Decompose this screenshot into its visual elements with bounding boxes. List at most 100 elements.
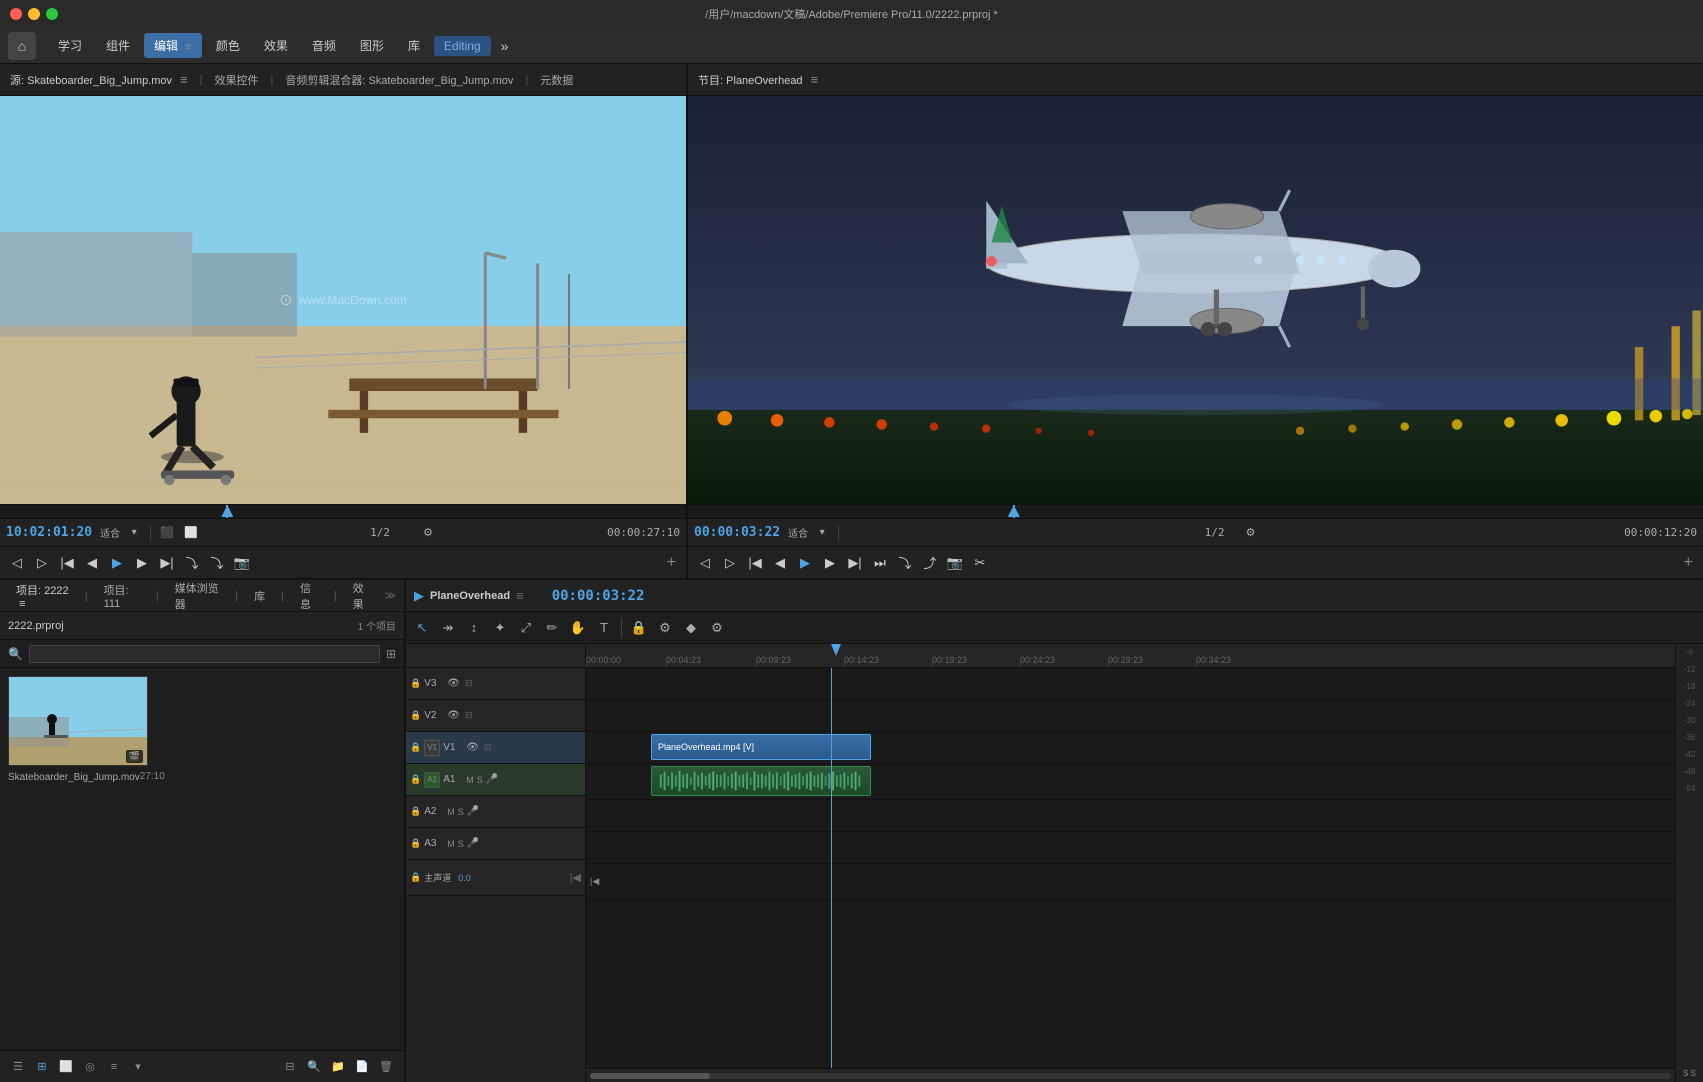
master-expand[interactable]: |◀ [590, 876, 599, 887]
track-mute-A2[interactable]: M [447, 807, 455, 817]
track-master-expand[interactable]: |◀ [570, 871, 581, 884]
source-step-back[interactable]: ◀ [81, 552, 103, 574]
source-overwrite[interactable]: ⤵ [206, 552, 228, 574]
program-insert[interactable]: ⤵ [894, 552, 916, 574]
track-content-A1[interactable] [586, 764, 1675, 800]
program-settings-btn[interactable]: ⚙ [1241, 523, 1261, 543]
search-options-icon[interactable]: ⊞ [386, 647, 396, 661]
source-insert-btn[interactable]: ⬛ [157, 523, 177, 543]
track-lock-A1[interactable]: 🔒 [410, 774, 421, 785]
sort-button[interactable]: ≡ [104, 1057, 124, 1077]
project-tab-info[interactable]: 信息 [292, 578, 326, 614]
track-lock-A3[interactable]: 🔒 [410, 838, 421, 849]
tl-markers[interactable]: ◆ [679, 616, 703, 640]
program-panel-menu[interactable]: ≡ [811, 72, 819, 87]
timeline-menu-button[interactable]: ≡ [516, 588, 524, 603]
track-sync-V1[interactable]: ⊟ [484, 742, 492, 753]
source-settings-btn[interactable]: ⚙ [418, 523, 438, 543]
program-play[interactable]: ▶ [794, 552, 816, 574]
program-trim[interactable]: ✂ [969, 552, 991, 574]
new-bin-button[interactable]: 📁 [328, 1057, 348, 1077]
project-tab-library[interactable]: 库 [246, 586, 273, 606]
source-add-button[interactable]: + [663, 554, 680, 572]
menu-item-library[interactable]: 库 [398, 33, 430, 58]
menu-item-color[interactable]: 颜色 [206, 33, 250, 58]
tool-selection[interactable]: ↖ [410, 616, 434, 640]
track-content-V3[interactable] [586, 668, 1675, 700]
track-content-master[interactable]: |◀ [586, 864, 1675, 900]
track-mic-A2[interactable]: 🎤 [467, 806, 479, 817]
project-search-input[interactable] [29, 645, 380, 663]
track-content-V1[interactable]: PlaneOverhead.mp4 [V] [586, 732, 1675, 764]
home-button[interactable]: ⌂ [8, 32, 36, 60]
tool-slip[interactable]: ⤢ [514, 616, 538, 640]
source-go-out[interactable]: ▶| [156, 552, 178, 574]
track-content-A3[interactable] [586, 832, 1675, 864]
project-tab-main[interactable]: 项目: 2222 ≡ [8, 580, 77, 612]
delete-button[interactable]: 🗑 [376, 1057, 396, 1077]
timeline-scrollbar-thumb[interactable] [590, 1073, 710, 1079]
track-sync-V2[interactable]: ⊟ [465, 710, 473, 721]
source-insert[interactable]: ⤵ [181, 552, 203, 574]
program-next-edit[interactable]: ⏭ [869, 552, 891, 574]
freeform-view-button[interactable]: ⬜ [56, 1057, 76, 1077]
program-go-in[interactable]: |◀ [744, 552, 766, 574]
track-lock-master[interactable]: 🔒 [410, 872, 421, 883]
program-step-fwd[interactable]: ▶ [819, 552, 841, 574]
timeline-play-icon[interactable]: ▶ [414, 588, 424, 604]
project-more-button[interactable]: ≫ [384, 589, 396, 602]
track-content-V2[interactable] [586, 700, 1675, 732]
project-tab-effects[interactable]: 效果 [345, 578, 379, 614]
source-step-fwd[interactable]: ▶ [131, 552, 153, 574]
track-lock-A2[interactable]: 🔒 [410, 806, 421, 817]
tool-forward-select[interactable]: ↠ [436, 616, 460, 640]
editing-workspace-label[interactable]: Editing [434, 36, 491, 56]
track-mute-A1[interactable]: M [466, 775, 474, 785]
grid-view-button[interactable]: ⊞ [32, 1057, 52, 1077]
sort-order-button[interactable]: ▾ [128, 1057, 148, 1077]
track-solo-A1[interactable]: S [477, 775, 483, 785]
source-meta-tab[interactable]: 元数据 [540, 72, 573, 88]
tl-linked[interactable]: ⚙ [653, 616, 677, 640]
project-tab-111[interactable]: 项目: 111 [96, 580, 148, 612]
track-mic-A1[interactable]: 🎤 [486, 774, 498, 785]
minimize-button[interactable] [28, 8, 40, 20]
menu-item-effect[interactable]: 效果 [254, 33, 298, 58]
new-item-button[interactable]: 📄 [352, 1057, 372, 1077]
source-overwrite-btn[interactable]: ⬜ [181, 523, 201, 543]
tool-razor[interactable]: ✦ [488, 616, 512, 640]
menu-item-audio[interactable]: 音频 [302, 33, 346, 58]
list-view-button[interactable]: ☰ [8, 1057, 28, 1077]
track-mute-A3[interactable]: M [447, 839, 455, 849]
track-eye-V2[interactable]: 👁 [447, 710, 460, 721]
source-mark-out[interactable]: ▷ [31, 552, 53, 574]
track-mic-A3[interactable]: 🎤 [467, 838, 479, 849]
menu-item-graph[interactable]: 图形 [350, 33, 394, 58]
program-go-out[interactable]: ▶| [844, 552, 866, 574]
source-panel-menu[interactable]: ≡ [180, 72, 188, 87]
track-lock-V2[interactable]: 🔒 [410, 710, 421, 721]
program-fit-dropdown[interactable]: ▾ [812, 523, 832, 543]
menu-item-learn[interactable]: 学习 [48, 33, 92, 58]
menu-item-edit[interactable]: 编辑 ≡ [144, 33, 202, 58]
source-fit-dropdown[interactable]: ▾ [124, 523, 144, 543]
automate-to-sequence[interactable]: ⊟ [280, 1057, 300, 1077]
timeline-scrollbar[interactable] [586, 1068, 1675, 1082]
track-content-A2[interactable] [586, 800, 1675, 832]
tool-text[interactable]: T [592, 616, 616, 640]
source-mark-in[interactable]: ◁ [6, 552, 28, 574]
source-audiomix-tab[interactable]: 音频剪辑混合器: Skateboarder_Big_Jump.mov [285, 72, 513, 88]
tl-snap[interactable]: 🔒 [627, 616, 651, 640]
program-camera[interactable]: 📷 [944, 552, 966, 574]
clip-audio-planeoverhead[interactable] [651, 766, 871, 796]
timeline-scrollbar-track[interactable] [590, 1073, 1671, 1079]
source-go-in[interactable]: |◀ [56, 552, 78, 574]
source-play[interactable]: ▶ [106, 552, 128, 574]
program-mark-out[interactable]: ▷ [719, 552, 741, 574]
source-scrubber[interactable] [0, 504, 686, 518]
menu-item-group[interactable]: 组件 [96, 33, 140, 58]
tl-settings[interactable]: ⚙ [705, 616, 729, 640]
tool-ripple[interactable]: ↕ [462, 616, 486, 640]
project-item-skateboarder[interactable]: 🎬 Skateboarder_Big_Jump.mov 27:10 [8, 676, 165, 783]
track-target-V1[interactable]: V1 [424, 740, 440, 756]
